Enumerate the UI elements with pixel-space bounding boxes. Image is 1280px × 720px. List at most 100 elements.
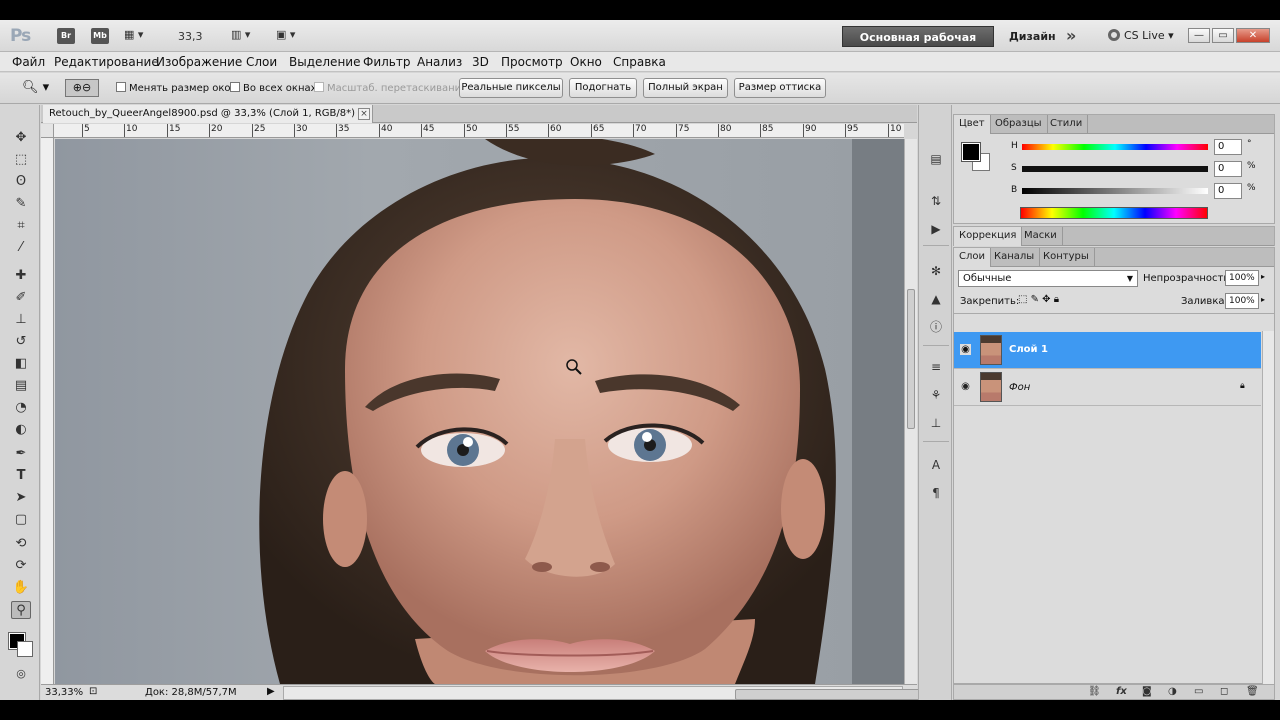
close-document-icon[interactable]: × bbox=[358, 108, 370, 120]
zoom-tool-icon[interactable]: ⚲ bbox=[11, 601, 31, 619]
vertical-scroll-thumb[interactable] bbox=[907, 289, 915, 429]
status-zoom[interactable]: 33,33% bbox=[45, 687, 83, 698]
hue-value[interactable]: 0 bbox=[1214, 139, 1242, 155]
blend-mode-select[interactable]: Обычные ▼ bbox=[958, 270, 1138, 287]
history-panel-icon[interactable]: ▤ bbox=[927, 151, 945, 167]
status-menu-arrow-icon[interactable]: ▶ bbox=[267, 686, 275, 697]
background-color-swatch[interactable] bbox=[17, 641, 33, 657]
tab-channels[interactable]: Каналы bbox=[989, 248, 1041, 266]
adjustment-layer-icon[interactable]: ◑ bbox=[1168, 686, 1177, 697]
tab-layers[interactable]: Слои bbox=[954, 248, 991, 267]
scrubby-zoom-checkbox[interactable]: Масштаб. перетаскиванием bbox=[314, 82, 475, 94]
tab-styles[interactable]: Стили bbox=[1045, 115, 1089, 133]
menu-edit[interactable]: Редактирование bbox=[54, 55, 159, 69]
menu-image[interactable]: Изображение bbox=[156, 55, 242, 69]
tab-adjustments[interactable]: Коррекция bbox=[954, 227, 1023, 246]
menu-3d[interactable]: 3D bbox=[472, 55, 489, 69]
hand-tool-icon[interactable]: ✋ bbox=[11, 579, 31, 597]
fill-screen-button[interactable]: Полный экран bbox=[643, 78, 728, 98]
history-brush-icon[interactable]: ↺ bbox=[11, 333, 31, 351]
visibility-eye-icon[interactable]: ◉ bbox=[960, 344, 971, 355]
layer-name[interactable]: Слой 1 bbox=[1009, 344, 1048, 355]
quick-mask-icon[interactable]: ◎ bbox=[11, 665, 31, 683]
bridge-button[interactable]: Br bbox=[57, 28, 75, 44]
print-size-button[interactable]: Размер оттиска bbox=[734, 78, 826, 98]
more-workspaces-icon[interactable]: » bbox=[1066, 26, 1076, 45]
fill-arrow-icon[interactable]: ▸ bbox=[1261, 295, 1265, 304]
brightness-value[interactable]: 0 bbox=[1214, 183, 1242, 199]
paragraph-panel-icon[interactable]: ¶ bbox=[927, 485, 945, 501]
tool-presets-icon[interactable]: ⚘ bbox=[927, 387, 945, 403]
ruler-origin[interactable] bbox=[41, 124, 54, 138]
screen-mode-icon[interactable]: ▣ ▾ bbox=[276, 28, 295, 44]
clone-stamp-icon[interactable]: ⊥ bbox=[11, 311, 31, 329]
cs-live-button[interactable]: CS Live ▾ bbox=[1108, 29, 1174, 42]
panel-foreground-swatch[interactable] bbox=[961, 142, 981, 162]
layers-scrollbar[interactable] bbox=[1262, 331, 1274, 684]
type-tool-icon[interactable]: T bbox=[11, 467, 31, 485]
document-tab[interactable]: Retouch_by_QueerAngel8900.psd @ 33,3% (С… bbox=[43, 105, 373, 123]
zoom-level[interactable]: 33,3 bbox=[178, 30, 203, 43]
visibility-eye-icon[interactable]: ◉ bbox=[960, 381, 971, 392]
tab-paths[interactable]: Контуры bbox=[1038, 248, 1095, 266]
all-windows-checkbox[interactable]: Во всех окнах bbox=[230, 82, 317, 94]
info-panel-icon[interactable]: ⓘ bbox=[927, 319, 945, 335]
navigator-panel-icon[interactable]: ✻ bbox=[927, 263, 945, 279]
3d-orbit-icon[interactable]: ⟳ bbox=[11, 557, 31, 575]
menu-help[interactable]: Справка bbox=[613, 55, 666, 69]
marquee-tool-icon[interactable]: ⬚ bbox=[11, 151, 31, 169]
lasso-tool-icon[interactable]: ʘ bbox=[11, 173, 31, 191]
view-extras-icon[interactable]: ▦ ▾ bbox=[124, 28, 143, 44]
close-button[interactable]: ✕ bbox=[1236, 28, 1270, 43]
move-tool-icon[interactable]: ✥ bbox=[11, 129, 31, 147]
horizontal-scrollbar[interactable] bbox=[283, 686, 949, 700]
menu-layers[interactable]: Слои bbox=[246, 55, 277, 69]
path-select-icon[interactable]: ➤ bbox=[11, 489, 31, 507]
menu-select[interactable]: Выделение bbox=[289, 55, 360, 69]
eraser-tool-icon[interactable]: ◧ bbox=[11, 355, 31, 373]
healing-brush-icon[interactable]: ✚ bbox=[11, 267, 31, 285]
zoom-tool-preset-icon[interactable]: 🔍︎ ▾ bbox=[22, 80, 49, 95]
menu-analysis[interactable]: Анализ bbox=[417, 55, 462, 69]
add-mask-icon[interactable]: ◙ bbox=[1142, 686, 1152, 697]
hue-slider[interactable] bbox=[1022, 144, 1208, 150]
eyedropper-tool-icon[interactable]: ⁄ bbox=[11, 239, 31, 257]
layer-style-icon[interactable]: fx bbox=[1116, 686, 1127, 697]
minimize-button[interactable]: — bbox=[1188, 28, 1210, 43]
document-canvas[interactable] bbox=[55, 139, 904, 684]
color-spectrum-ramp[interactable] bbox=[1020, 207, 1208, 219]
lock-icons[interactable]: ⬚ ✎ ✥ 🔒︎ bbox=[1018, 294, 1059, 305]
menu-view[interactable]: Просмотр bbox=[501, 55, 563, 69]
crop-tool-icon[interactable]: ⌗ bbox=[11, 217, 31, 235]
status-export-icon[interactable]: ⊡ bbox=[89, 686, 97, 697]
actual-pixels-button[interactable]: Реальные пикселы bbox=[459, 78, 563, 98]
mini-bridge-button[interactable]: Mb bbox=[91, 28, 109, 44]
tab-color[interactable]: Цвет bbox=[954, 115, 991, 134]
tab-swatches[interactable]: Образцы bbox=[990, 115, 1048, 133]
menu-window[interactable]: Окно bbox=[570, 55, 602, 69]
brush-tool-icon[interactable]: ✐ bbox=[11, 289, 31, 307]
blur-tool-icon[interactable]: ◔ bbox=[11, 399, 31, 417]
histogram-panel-icon[interactable]: ▲ bbox=[927, 291, 945, 307]
fit-screen-button[interactable]: Подогнать bbox=[569, 78, 637, 98]
restore-button[interactable]: ▭ bbox=[1212, 28, 1234, 43]
quick-select-tool-icon[interactable]: ✎ bbox=[11, 195, 31, 213]
horizontal-scroll-thumb[interactable] bbox=[735, 689, 949, 700]
resize-windows-checkbox[interactable]: Менять размер окон bbox=[116, 82, 237, 94]
new-layer-icon[interactable]: ◻ bbox=[1220, 686, 1228, 697]
new-group-icon[interactable]: ▭ bbox=[1194, 686, 1203, 697]
menu-file[interactable]: Файл bbox=[12, 55, 45, 69]
menu-filter[interactable]: Фильтр bbox=[363, 55, 410, 69]
shape-tool-icon[interactable]: ▢ bbox=[11, 511, 31, 529]
gradient-tool-icon[interactable]: ▤ bbox=[11, 377, 31, 395]
horizontal-ruler[interactable]: 5 10 15 20 25 30 35 40 45 50 55 60 65 70 75 80 85 90 95 10 bbox=[54, 124, 904, 138]
dodge-tool-icon[interactable]: ◐ bbox=[11, 421, 31, 439]
clone-stamp-panel-icon[interactable]: ⊥ bbox=[927, 415, 945, 431]
character-panel-icon[interactable]: A bbox=[927, 457, 945, 473]
opacity-value[interactable]: 100% bbox=[1225, 270, 1259, 286]
workspace-essentials-button[interactable]: Основная рабочая среда bbox=[842, 26, 994, 65]
arrange-documents-icon[interactable]: ▥ ▾ bbox=[231, 28, 250, 44]
vertical-ruler[interactable] bbox=[41, 138, 54, 684]
layer-name[interactable]: Фон bbox=[1009, 382, 1030, 393]
saturation-value[interactable]: 0 bbox=[1214, 161, 1242, 177]
